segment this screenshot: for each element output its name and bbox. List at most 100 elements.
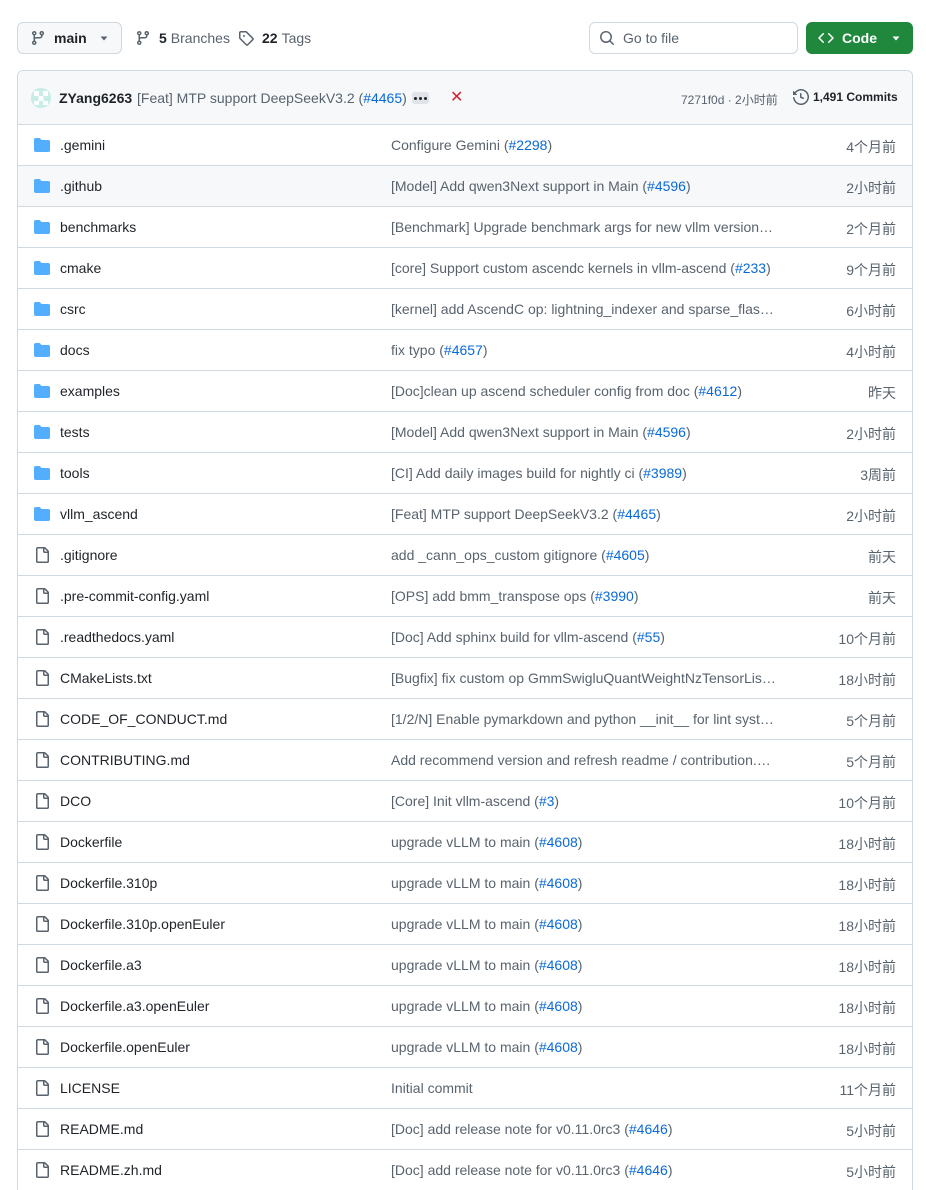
expand-commit-message-button[interactable]	[412, 92, 429, 104]
tags-link[interactable]: 22 Tags	[238, 22, 311, 54]
commit-pr-link[interactable]: #4596	[647, 178, 686, 194]
file-row[interactable]: .gemini Configure Gemini (#2298) 4个月前	[18, 125, 912, 166]
last-commit-message[interactable]: [Doc] add release note for v0.11.0rc3 (#…	[391, 1162, 776, 1178]
last-commit-message[interactable]: [Feat] MTP support DeepSeekV3.2 (#4465)	[391, 506, 776, 522]
commit-pr-link[interactable]: #4646	[629, 1121, 668, 1137]
commit-pr-link[interactable]: #4608	[539, 875, 578, 891]
last-commit-message[interactable]: Initial commit	[391, 1080, 776, 1096]
commit-pr-link[interactable]: #55	[637, 629, 660, 645]
file-row[interactable]: docs fix typo (#4657) 4小时前	[18, 330, 912, 371]
file-row[interactable]: .gitignore add _cann_ops_custom gitignor…	[18, 535, 912, 576]
last-commit-message[interactable]: [Doc]clean up ascend scheduler config fr…	[391, 383, 776, 399]
file-row[interactable]: tests [Model] Add qwen3Next support in M…	[18, 412, 912, 453]
commit-pr-link[interactable]: #2298	[509, 137, 548, 153]
branch-selector-button[interactable]: main	[17, 22, 122, 54]
file-name[interactable]: .github	[60, 178, 102, 194]
file-row[interactable]: DCO [Core] Init vllm-ascend (#3) 10个月前	[18, 781, 912, 822]
file-name[interactable]: tools	[60, 465, 90, 481]
last-commit-message[interactable]: [OPS] add bmm_transpose ops (#3990)	[391, 588, 776, 604]
file-row[interactable]: Dockerfile.openEuler upgrade vLLM to mai…	[18, 1027, 912, 1068]
file-row[interactable]: LICENSE Initial commit 11个月前	[18, 1068, 912, 1109]
commit-pr-link[interactable]: #4608	[539, 1039, 578, 1055]
file-row[interactable]: CMakeLists.txt [Bugfix] fix custom op Gm…	[18, 658, 912, 699]
commit-pr-link[interactable]: #4608	[539, 916, 578, 932]
file-row[interactable]: Dockerfile.a3.openEuler upgrade vLLM to …	[18, 986, 912, 1027]
commit-pr-link[interactable]: #4608	[539, 834, 578, 850]
file-name[interactable]: README.md	[60, 1121, 143, 1137]
file-row[interactable]: examples [Doc]clean up ascend scheduler …	[18, 371, 912, 412]
file-name[interactable]: vllm_ascend	[60, 506, 138, 522]
last-commit-message[interactable]: [Doc] add release note for v0.11.0rc3 (#…	[391, 1121, 776, 1137]
last-commit-message[interactable]: upgrade vLLM to main (#4608)	[391, 957, 776, 973]
file-name[interactable]: .pre-commit-config.yaml	[60, 588, 209, 604]
file-name[interactable]: Dockerfile.a3.openEuler	[60, 998, 209, 1014]
file-row[interactable]: CONTRIBUTING.md Add recommend version an…	[18, 740, 912, 781]
file-row[interactable]: .readthedocs.yaml [Doc] Add sphinx build…	[18, 617, 912, 658]
last-commit-message[interactable]: [Benchmark] Upgrade benchmark args for n…	[391, 219, 776, 235]
commit-pr-link[interactable]: #3989	[643, 465, 682, 481]
x-icon[interactable]: ✕	[450, 87, 463, 107]
file-name[interactable]: Dockerfile.a3	[60, 957, 142, 973]
file-name[interactable]: Dockerfile	[60, 834, 122, 850]
last-commit-message[interactable]: upgrade vLLM to main (#4608)	[391, 1039, 776, 1055]
file-name[interactable]: Dockerfile.310p.openEuler	[60, 916, 225, 932]
file-name[interactable]: cmake	[60, 260, 101, 276]
file-row[interactable]: vllm_ascend [Feat] MTP support DeepSeekV…	[18, 494, 912, 535]
file-name[interactable]: .readthedocs.yaml	[60, 629, 174, 645]
file-row[interactable]: README.md [Doc] add release note for v0.…	[18, 1109, 912, 1150]
commit-pr-link[interactable]: #4657	[444, 342, 483, 358]
last-commit-message[interactable]: Configure Gemini (#2298)	[391, 137, 776, 153]
file-name[interactable]: csrc	[60, 301, 86, 317]
file-name[interactable]: docs	[60, 342, 90, 358]
last-commit-message[interactable]: [1/2/N] Enable pymarkdown and python __i…	[391, 711, 776, 727]
last-commit-message[interactable]: [Model] Add qwen3Next support in Main (#…	[391, 424, 776, 440]
file-name[interactable]: CMakeLists.txt	[60, 670, 152, 686]
file-name[interactable]: LICENSE	[60, 1080, 120, 1096]
file-name[interactable]: benchmarks	[60, 219, 136, 235]
file-name[interactable]: tests	[60, 424, 90, 440]
commit-pr-link[interactable]: #4608	[539, 998, 578, 1014]
last-commit-message[interactable]: [core] Support custom ascendc kernels in…	[391, 260, 776, 276]
file-row[interactable]: Dockerfile.310p.openEuler upgrade vLLM t…	[18, 904, 912, 945]
file-name[interactable]: examples	[60, 383, 120, 399]
commit-pr-link[interactable]: #4596	[647, 424, 686, 440]
file-row[interactable]: benchmarks [Benchmark] Upgrade benchmark…	[18, 207, 912, 248]
avatar[interactable]	[31, 88, 51, 108]
last-commit-message[interactable]: [kernel] add AscendC op: lightning_index…	[391, 301, 776, 317]
commit-pr-link[interactable]: #4612	[698, 383, 737, 399]
go-to-file-input[interactable]	[623, 30, 783, 46]
branches-link[interactable]: 5 Branches	[135, 22, 230, 54]
commit-pr-link[interactable]: #4605	[606, 547, 645, 563]
file-row[interactable]: Dockerfile.a3 upgrade vLLM to main (#460…	[18, 945, 912, 986]
commit-pr-link[interactable]: #233	[735, 260, 766, 276]
commit-author[interactable]: ZYang6263	[59, 90, 132, 106]
file-row[interactable]: cmake [core] Support custom ascendc kern…	[18, 248, 912, 289]
commit-message[interactable]: [Feat] MTP support DeepSeekV3.2 (#4465)	[137, 90, 407, 106]
last-commit-message[interactable]: upgrade vLLM to main (#4608)	[391, 834, 776, 850]
last-commit-message[interactable]: [Bugfix] fix custom op GmmSwigluQuantWei…	[391, 670, 776, 686]
file-row[interactable]: .github [Model] Add qwen3Next support in…	[18, 166, 912, 207]
file-name[interactable]: DCO	[60, 793, 91, 809]
file-row[interactable]: README.zh.md [Doc] add release note for …	[18, 1150, 912, 1190]
file-row[interactable]: csrc [kernel] add AscendC op: lightning_…	[18, 289, 912, 330]
last-commit-message[interactable]: upgrade vLLM to main (#4608)	[391, 875, 776, 891]
commit-pr-link[interactable]: #4646	[629, 1162, 668, 1178]
commit-pr-link[interactable]: #3	[539, 793, 555, 809]
file-name[interactable]: .gemini	[60, 137, 105, 153]
file-row[interactable]: .pre-commit-config.yaml [OPS] add bmm_tr…	[18, 576, 912, 617]
last-commit-message[interactable]: Add recommend version and refresh readme…	[391, 752, 776, 768]
commit-pr-link[interactable]: #3990	[595, 588, 634, 604]
commits-history-link[interactable]: 1,491 Commits	[793, 89, 898, 105]
go-to-file-search[interactable]	[589, 22, 798, 54]
file-row[interactable]: Dockerfile upgrade vLLM to main (#4608) …	[18, 822, 912, 863]
file-name[interactable]: CODE_OF_CONDUCT.md	[60, 711, 227, 727]
file-name[interactable]: .gitignore	[60, 547, 118, 563]
file-name[interactable]: README.zh.md	[60, 1162, 162, 1178]
last-commit-message[interactable]: fix typo (#4657)	[391, 342, 776, 358]
last-commit-message[interactable]: upgrade vLLM to main (#4608)	[391, 916, 776, 932]
file-name[interactable]: CONTRIBUTING.md	[60, 752, 190, 768]
file-row[interactable]: tools [CI] Add daily images build for ni…	[18, 453, 912, 494]
commit-pr-link[interactable]: #4465	[617, 506, 656, 522]
last-commit-message[interactable]: [Model] Add qwen3Next support in Main (#…	[391, 178, 776, 194]
last-commit-message[interactable]: [Core] Init vllm-ascend (#3)	[391, 793, 776, 809]
